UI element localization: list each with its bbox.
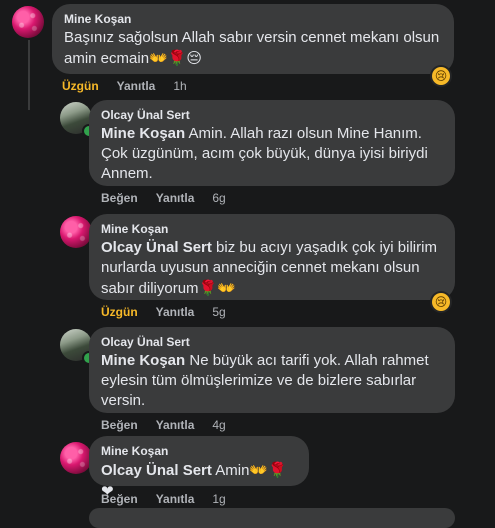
mention-link[interactable]: Mine Koşan — [101, 352, 185, 369]
comment-author[interactable]: Mine Koşan — [64, 12, 442, 26]
comment-time[interactable]: 1h — [173, 79, 186, 93]
comment-author[interactable]: Olcay Ünal Sert — [101, 335, 443, 349]
comment-time[interactable]: 4g — [212, 418, 225, 432]
comment: Mine Koşan Olcay Ünal Sert Amin👐🌹❤ Beğen… — [0, 436, 495, 513]
comment-emoji: 👐🌹😔 — [149, 49, 203, 67]
comment-author[interactable]: Olcay Ünal Sert — [101, 108, 443, 122]
mention-link[interactable]: Mine Koşan — [101, 125, 185, 142]
reply-button[interactable]: Yanıtla — [156, 418, 195, 432]
mention-link[interactable]: Olcay Ünal Sert — [101, 462, 212, 479]
comment-text: Başınız sağolsun Allah sabır versin cenn… — [64, 28, 442, 69]
mention-link[interactable]: Olcay Ünal Sert — [101, 239, 212, 256]
comment-actions: Beğen Yanıtla 6g — [101, 191, 226, 205]
reply-button[interactable]: Yanıtla — [117, 79, 156, 93]
comment-time[interactable]: 5g — [212, 305, 225, 319]
reply-button[interactable]: Yanıtla — [156, 492, 195, 506]
comment-text: Mine Koşan Ne büyük acı tarifi yok. Alla… — [101, 351, 443, 411]
comment-bubble — [89, 508, 455, 528]
comment: Olcay Ünal Sert Mine Koşan Ne büyük acı … — [0, 327, 495, 437]
reaction-button[interactable]: Üzgün — [101, 305, 138, 319]
comment-body: Başınız sağolsun Allah sabır versin cenn… — [64, 29, 440, 67]
comment-author[interactable]: Mine Koşan — [101, 444, 297, 458]
comment-time[interactable]: 1g — [212, 492, 225, 506]
comment-bubble: Mine Koşan Başınız sağolsun Allah sabır … — [52, 4, 454, 74]
comment-emoji: 🌹👐 — [198, 279, 236, 297]
comment-bubble: Olcay Ünal Sert Mine Koşan Ne büyük acı … — [89, 327, 455, 413]
avatar[interactable] — [60, 442, 92, 474]
like-button[interactable]: Beğen — [101, 191, 138, 205]
comment-bubble: Olcay Ünal Sert Mine Koşan Amin. Allah r… — [89, 100, 455, 186]
comment-text: Olcay Ünal Sert biz bu acıyı yaşadık çok… — [101, 238, 443, 299]
comment-time[interactable]: 6g — [212, 191, 225, 205]
comment: Mine Koşan Olcay Ünal Sert biz bu acıyı … — [0, 214, 495, 324]
reaction-button[interactable]: Üzgün — [62, 79, 99, 93]
like-button[interactable]: Beğen — [101, 418, 138, 432]
reply-button[interactable]: Yanıtla — [156, 305, 195, 319]
comment-author[interactable]: Mine Koşan — [101, 222, 443, 236]
comment-actions: Üzgün Yanıtla 1h — [62, 79, 187, 93]
like-button[interactable]: Beğen — [101, 492, 138, 506]
avatar[interactable] — [60, 216, 92, 248]
comment-bubble: Mine Koşan Olcay Ünal Sert Amin👐🌹❤ — [89, 436, 309, 500]
comment-actions: Üzgün Yanıtla 5g — [101, 305, 226, 319]
reply-button[interactable]: Yanıtla — [156, 191, 195, 205]
comment-bubble: Mine Koşan Olcay Ünal Sert biz bu acıyı … — [89, 214, 455, 300]
sad-reaction-icon[interactable]: 😢 — [432, 67, 450, 85]
comment-actions: Beğen Yanıtla 1g — [101, 492, 226, 506]
comment: Olcay Ünal Sert Mine Koşan Amin. Allah r… — [0, 100, 495, 210]
comment-text: Mine Koşan Amin. Allah razı olsun Mine H… — [101, 124, 443, 184]
comment: Mine Koşan Başınız sağolsun Allah sabır … — [0, 0, 495, 95]
comment-body: Amin — [211, 462, 250, 479]
sad-reaction-icon[interactable]: 😢 — [432, 293, 450, 311]
comment-actions: Beğen Yanıtla 4g — [101, 418, 226, 432]
avatar[interactable] — [12, 6, 44, 38]
